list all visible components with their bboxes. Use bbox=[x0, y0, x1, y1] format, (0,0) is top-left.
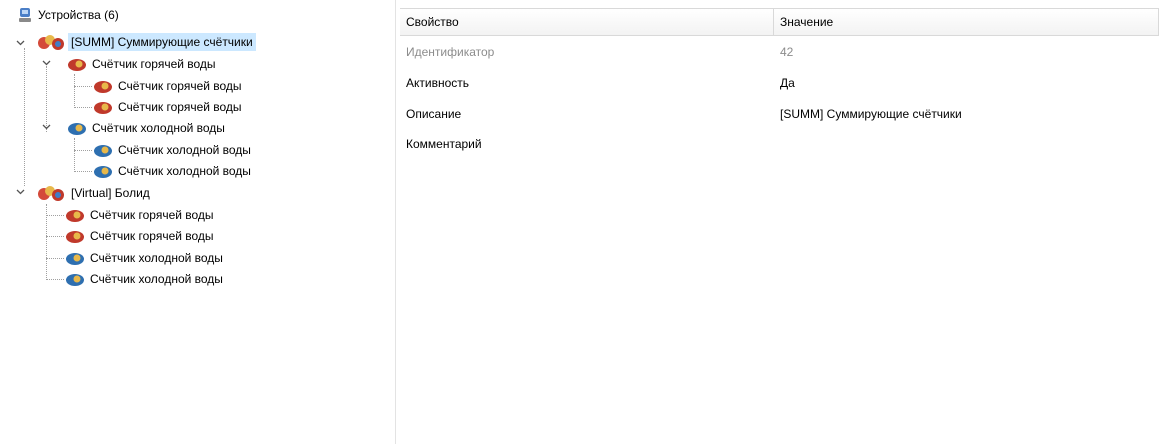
chevron-down-icon bbox=[42, 60, 51, 65]
tree-item-hot-water[interactable]: Счётчик горячей воды bbox=[92, 97, 245, 117]
tree-item-label: Счётчик горячей воды bbox=[90, 229, 214, 243]
grid-header: Свойство Значение bbox=[400, 8, 1159, 36]
device-tree[interactable]: Устройства (6) [SUMM] Суммирующие счётчи… bbox=[0, 0, 395, 444]
column-header-value[interactable]: Значение bbox=[774, 9, 1159, 35]
tree-group-virtual[interactable]: [Virtual] Болид bbox=[35, 183, 153, 203]
hot-water-meter-icon bbox=[64, 228, 86, 244]
tree-item-label: Счётчик горячей воды bbox=[118, 100, 242, 114]
tree-item-label: Счётчик холодной воды bbox=[118, 143, 251, 157]
tree-group-label: [Virtual] Болид bbox=[71, 186, 150, 200]
property-row-identifier[interactable]: Идентификатор 42 bbox=[400, 41, 1159, 63]
tree-item-hot-water[interactable]: Счётчик горячей воды bbox=[66, 54, 219, 74]
tree-item-cold-water[interactable]: Счётчик холодной воды bbox=[92, 161, 254, 181]
expand-toggle[interactable] bbox=[16, 187, 25, 196]
chevron-down-icon bbox=[16, 189, 25, 194]
property-row-activity[interactable]: Активность Да bbox=[400, 72, 1159, 94]
tree-item-label: Счётчик горячей воды bbox=[90, 208, 214, 222]
hot-water-meter-icon bbox=[92, 78, 114, 94]
hot-water-meter-icon bbox=[66, 56, 88, 72]
tree-line bbox=[24, 48, 25, 186]
devices-root-icon bbox=[18, 7, 34, 23]
property-value[interactable]: [SUMM] Суммирующие счётчики bbox=[774, 103, 1159, 125]
tree-line bbox=[74, 138, 75, 172]
chevron-down-icon bbox=[16, 40, 25, 45]
tree-root[interactable]: Устройства (6) bbox=[18, 5, 122, 25]
tree-line bbox=[74, 86, 92, 87]
tree-item-hot-water[interactable]: Счётчик горячей воды bbox=[64, 226, 217, 246]
expand-toggle[interactable] bbox=[16, 38, 25, 47]
tree-item-label: Счётчик горячей воды bbox=[92, 57, 216, 71]
tree-item-cold-water[interactable]: Счётчик холодной воды bbox=[64, 248, 226, 268]
summ-group-icon bbox=[35, 34, 67, 50]
hot-water-meter-icon bbox=[64, 207, 86, 223]
tree-line bbox=[46, 279, 64, 280]
tree-item-hot-water[interactable]: Счётчик горячей воды bbox=[64, 205, 217, 225]
column-header-property[interactable]: Свойство bbox=[400, 9, 774, 35]
property-grid[interactable]: Свойство Значение Идентификатор 42 Актив… bbox=[400, 0, 1159, 444]
tree-line bbox=[46, 258, 64, 259]
expand-toggle[interactable] bbox=[42, 122, 51, 131]
property-value[interactable]: Да bbox=[774, 72, 1159, 94]
tree-line bbox=[74, 150, 92, 151]
tree-line bbox=[74, 171, 92, 172]
expand-toggle[interactable] bbox=[42, 58, 51, 67]
property-row-description[interactable]: Описание [SUMM] Суммирующие счётчики bbox=[400, 103, 1159, 125]
tree-item-hot-water[interactable]: Счётчик горячей воды bbox=[92, 76, 245, 96]
property-value: 42 bbox=[780, 45, 794, 59]
property-row-comment[interactable]: Комментарий bbox=[400, 133, 1159, 155]
tree-root-label: Устройства (6) bbox=[38, 8, 119, 22]
tree-line bbox=[74, 74, 75, 108]
tree-line bbox=[74, 107, 92, 108]
chevron-down-icon bbox=[42, 124, 51, 129]
tree-item-cold-water[interactable]: Счётчик холодной воды bbox=[92, 140, 254, 160]
tree-item-cold-water[interactable]: Счётчик холодной воды bbox=[64, 269, 226, 289]
tree-item-label: Счётчик холодной воды bbox=[92, 121, 225, 135]
tree-item-label: Счётчик горячей воды bbox=[118, 79, 242, 93]
cold-water-meter-icon bbox=[92, 163, 114, 179]
cold-water-meter-icon bbox=[64, 250, 86, 266]
property-name: Активность bbox=[406, 76, 470, 90]
tree-line bbox=[46, 236, 64, 237]
tree-group-label: [SUMM] Суммирующие счётчики bbox=[68, 33, 256, 51]
cold-water-meter-icon bbox=[66, 120, 88, 136]
tree-line bbox=[46, 215, 64, 216]
tree-item-cold-water[interactable]: Счётчик холодной воды bbox=[66, 118, 228, 138]
virtual-group-icon bbox=[35, 185, 67, 201]
hot-water-meter-icon bbox=[92, 99, 114, 115]
tree-group-summ[interactable]: [SUMM] Суммирующие счётчики bbox=[35, 32, 256, 52]
property-name: Описание bbox=[406, 107, 462, 121]
tree-item-label: Счётчик холодной воды bbox=[90, 251, 223, 265]
property-name: Комментарий bbox=[406, 137, 482, 151]
cold-water-meter-icon bbox=[64, 271, 86, 287]
property-value[interactable] bbox=[774, 133, 1159, 155]
property-name: Идентификатор bbox=[406, 45, 495, 59]
tree-item-label: Счётчик холодной воды bbox=[90, 272, 223, 286]
cold-water-meter-icon bbox=[92, 142, 114, 158]
tree-item-label: Счётчик холодной воды bbox=[118, 164, 251, 178]
